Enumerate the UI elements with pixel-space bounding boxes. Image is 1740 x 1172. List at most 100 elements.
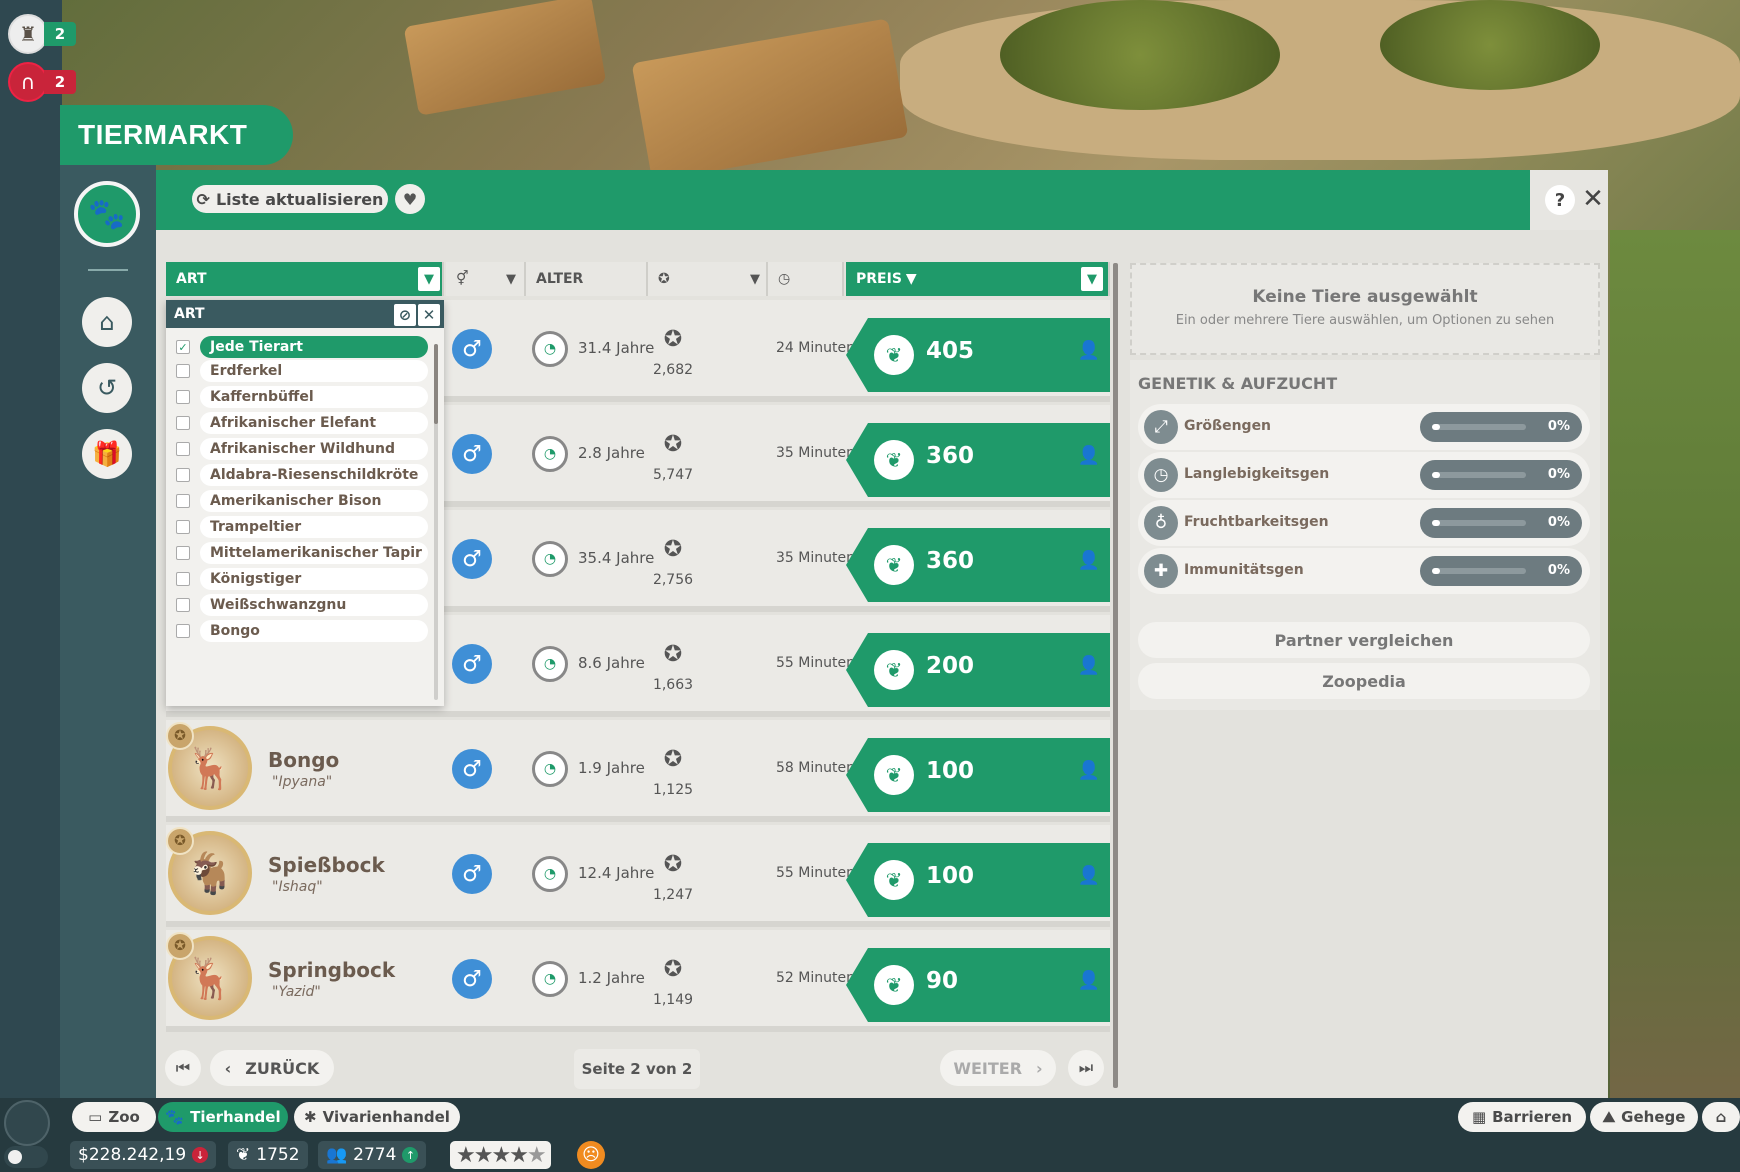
checkbox[interactable]: ✓ xyxy=(176,340,190,354)
animal-rating: 1,125 xyxy=(652,782,694,798)
gift-icon[interactable]: 🎁 xyxy=(82,429,132,479)
checkbox[interactable] xyxy=(176,494,190,508)
tree xyxy=(1000,0,1280,110)
price-tag[interactable]: ❦ 200 👤 xyxy=(846,633,1110,707)
tab-vivarium-trade[interactable]: ✱ Vivarienhandel xyxy=(294,1102,460,1132)
species-option[interactable]: Erdferkel xyxy=(176,360,588,382)
back-button[interactable]: ‹ ZURÜCK xyxy=(210,1050,334,1086)
checkbox[interactable] xyxy=(176,572,190,586)
checkbox[interactable] xyxy=(176,624,190,638)
scrollbar-thumb[interactable] xyxy=(434,344,438,424)
conservation-points[interactable]: ❦ 1752 xyxy=(228,1141,308,1169)
species-option[interactable]: Kaffernbüffel xyxy=(176,386,588,408)
price-value: 100 xyxy=(926,863,975,889)
paw-icon[interactable]: 🐾 xyxy=(74,181,140,247)
checkbox[interactable] xyxy=(176,546,190,560)
tab-zoo[interactable]: ▭ Zoo xyxy=(72,1102,156,1132)
species-option[interactable]: Königstiger xyxy=(176,568,588,590)
zoo-rating[interactable]: ★★★★ ★ xyxy=(450,1141,551,1169)
male-icon: ♂ xyxy=(452,854,492,894)
enclosure-icon[interactable]: ⌂ xyxy=(82,297,132,347)
filter-icon[interactable]: ▼ xyxy=(744,267,766,291)
price-tag[interactable]: ❦ 100 👤 xyxy=(846,738,1110,812)
help-icon[interactable]: ? xyxy=(1545,185,1575,215)
animal-age: 35.4 Jahre xyxy=(578,549,655,567)
money-display[interactable]: $228.242,19 ↓ xyxy=(70,1141,217,1169)
close-icon[interactable]: ✕ xyxy=(1580,183,1606,215)
mood-icon[interactable]: ☹ xyxy=(577,1141,605,1169)
column-species[interactable]: ART xyxy=(166,262,444,296)
column-price[interactable]: PREIS ▼ xyxy=(846,262,1110,296)
guest-count[interactable]: 👥 2774 ↑ xyxy=(318,1141,427,1169)
list-scrollbar[interactable] xyxy=(1113,263,1118,1088)
chevron-left-icon: ‹ xyxy=(224,1058,232,1078)
page-indicator: Seite 2 von 2 xyxy=(574,1049,700,1089)
last-page-icon[interactable]: ⏭ xyxy=(1068,1050,1104,1086)
zookeeper-counter[interactable]: ♜ 2 xyxy=(8,14,76,54)
habitat-icon: ⛰ xyxy=(1602,1108,1616,1126)
species-option[interactable]: ✓ Jede Tierart xyxy=(176,336,588,358)
tab-animal-trade[interactable]: 🐾 Tierhandel xyxy=(158,1102,288,1132)
checkbox[interactable] xyxy=(176,598,190,612)
zoopedia-button[interactable]: Zoopedia xyxy=(1138,663,1590,699)
species-option[interactable]: Mittelamerikanischer Tapir xyxy=(176,542,588,564)
dropdown-scrollbar[interactable] xyxy=(434,344,438,700)
award-icon: ✪ xyxy=(663,746,683,772)
filter-icon[interactable]: ▼ xyxy=(1081,267,1103,291)
checkbox[interactable] xyxy=(176,390,190,404)
close-icon[interactable]: ✕ xyxy=(418,304,440,326)
price-tag[interactable]: ❦ 100 👤 xyxy=(846,843,1110,917)
award-icon: ✪ xyxy=(658,271,670,287)
option-label: Erdferkel xyxy=(200,360,428,382)
species-option[interactable]: Afrikanischer Elefant xyxy=(176,412,588,434)
table-row[interactable]: 🐐 ✪ Spießbock "Ishaq" ♂ ◔ 12.4 Jahre ✪ 1,247 55 M… xyxy=(166,825,1110,927)
species-option[interactable]: Aldabra-Riesenschildkröte xyxy=(176,464,588,486)
filter-icon[interactable]: ▼ xyxy=(500,267,522,291)
species-option[interactable]: Amerikanischer Bison xyxy=(176,490,588,512)
animal-rating: 5,747 xyxy=(652,467,694,483)
gene-row: ⤢ Größengen 0% xyxy=(1138,404,1590,450)
refresh-list-button[interactable]: ⟳ Liste aktualisieren xyxy=(192,185,388,213)
selection-title: Keine Tiere ausgewählt xyxy=(1252,287,1478,307)
clear-filter-icon[interactable]: ⊘ xyxy=(394,304,416,326)
filter-icon[interactable]: ▼ xyxy=(418,267,440,291)
price-tag[interactable]: ❦ 405 👤 xyxy=(846,318,1110,392)
history-icon[interactable]: ↺ xyxy=(82,363,132,413)
paw-icon: 🐾 xyxy=(165,1108,185,1126)
longevity-icon: ◷ xyxy=(1144,458,1178,492)
table-row[interactable]: 🦌 ✪ Bongo "Ipyana" ♂ ◔ 1.9 Jahre ✪ 1,125 58 Minut… xyxy=(166,720,1110,822)
gene-track xyxy=(1432,472,1526,478)
column-age[interactable]: ALTER xyxy=(526,262,648,296)
time-icon[interactable] xyxy=(4,1100,50,1146)
price-tag[interactable]: ❦ 360 👤 xyxy=(846,423,1110,497)
tab-barriers[interactable]: ▦ Barrieren xyxy=(1458,1102,1586,1132)
species-option[interactable]: Bongo xyxy=(176,620,588,642)
leaf-icon: ❦ xyxy=(874,965,914,1005)
gate-counter[interactable]: ∩ 2 xyxy=(8,62,76,102)
animal-nickname: "Ipyana" xyxy=(272,774,333,790)
gene-percent: 0% xyxy=(1547,419,1570,434)
next-button[interactable]: WEITER › xyxy=(940,1050,1056,1086)
tab-habitats[interactable]: ⛰ Gehege xyxy=(1590,1102,1698,1132)
option-label: Weißschwanzgnu xyxy=(200,594,428,616)
checkbox[interactable] xyxy=(176,468,190,482)
speed-toggle[interactable] xyxy=(4,1146,48,1168)
checkbox[interactable] xyxy=(176,520,190,534)
species-option[interactable]: Trampeltier xyxy=(176,516,588,538)
table-row[interactable]: 🦌 ✪ Springbock "Yazid" ♂ ◔ 1.2 Jahre ✪ 1,149 52 M… xyxy=(166,930,1110,1032)
price-tag[interactable]: ❦ 360 👤 xyxy=(846,528,1110,602)
price-tag[interactable]: ❦ 90 👤 xyxy=(846,948,1110,1022)
species-option[interactable]: Afrikanischer Wildhund xyxy=(176,438,588,460)
checkbox[interactable] xyxy=(176,442,190,456)
checkbox[interactable] xyxy=(176,364,190,378)
heart-icon[interactable]: ♥ xyxy=(395,184,425,214)
tab-more[interactable]: ⌂ xyxy=(1702,1102,1740,1132)
first-page-icon[interactable]: ⏮ xyxy=(165,1050,201,1086)
compare-partners-button[interactable]: Partner vergleichen xyxy=(1138,622,1590,658)
species-option[interactable]: Weißschwanzgnu xyxy=(176,594,588,616)
column-time[interactable]: ◷ xyxy=(768,262,844,296)
arrow-up-icon: ↑ xyxy=(402,1147,419,1163)
row-divider xyxy=(166,711,1110,717)
award-icon: ✪ xyxy=(663,536,683,562)
checkbox[interactable] xyxy=(176,416,190,430)
